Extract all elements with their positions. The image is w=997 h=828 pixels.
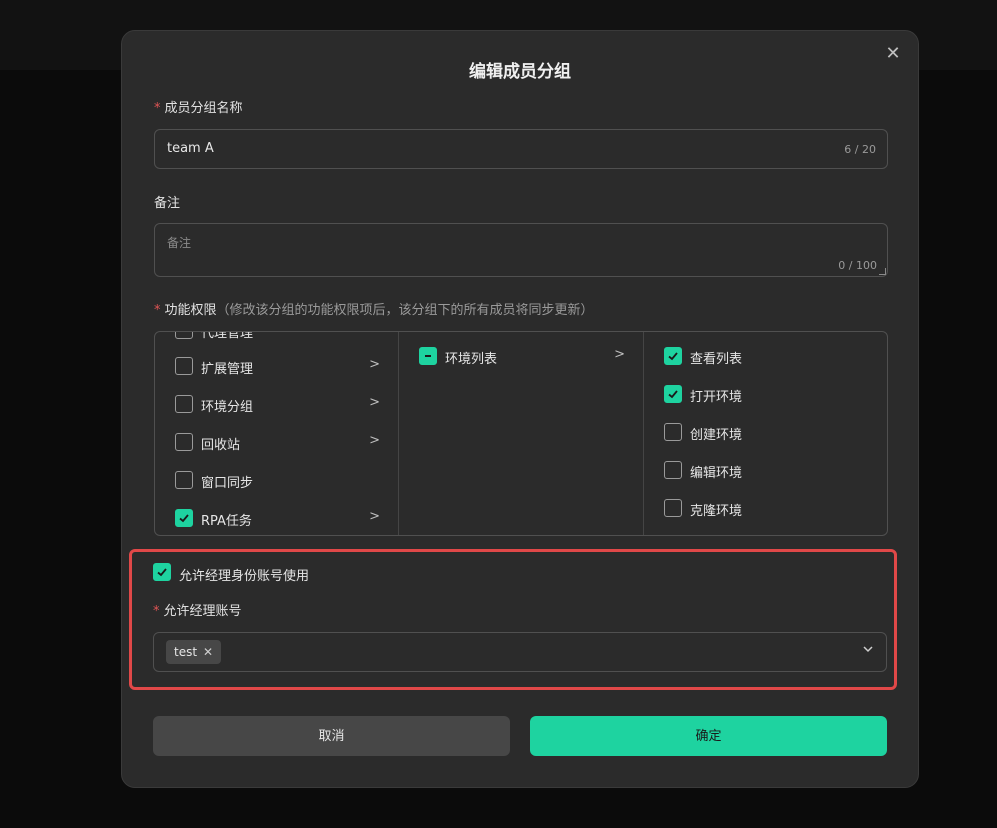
checkbox-checked[interactable] bbox=[175, 509, 193, 527]
close-icon[interactable]: ✕ bbox=[882, 43, 904, 65]
check-icon bbox=[157, 568, 167, 577]
perm-item-edit-env[interactable]: 编辑环境 bbox=[644, 458, 887, 482]
perm-item-label: 查看列表 bbox=[690, 352, 743, 367]
group-name-label: * 成员分组名称 bbox=[154, 97, 243, 116]
chevron-right-icon: > bbox=[369, 433, 380, 448]
perm-item-label: 环境分组 bbox=[201, 400, 254, 415]
tag-close-icon[interactable]: ✕ bbox=[203, 645, 213, 659]
perm-item-label: 克隆环境 bbox=[690, 504, 743, 519]
checkbox[interactable] bbox=[664, 423, 682, 441]
perm-item-label: 窗口同步 bbox=[201, 476, 254, 491]
required-mark: * bbox=[153, 604, 160, 619]
allow-manager-checkbox[interactable]: 允许经理身份账号使用 bbox=[153, 563, 353, 584]
perm-item-label: 代理管理 bbox=[201, 331, 254, 341]
perm-item-open-env[interactable]: 打开环境 bbox=[644, 382, 887, 406]
chevron-right-icon: > bbox=[369, 357, 380, 372]
manager-account-label-text: 允许经理账号 bbox=[163, 604, 242, 619]
checkbox[interactable] bbox=[175, 357, 193, 375]
manager-account-label: * 允许经理账号 bbox=[153, 600, 242, 619]
chevron-right-icon: > bbox=[369, 509, 380, 524]
perm-item-env-groups[interactable]: 环境分组 > bbox=[155, 392, 398, 416]
check-icon bbox=[668, 390, 678, 399]
perm-item-label: 环境列表 bbox=[445, 352, 498, 367]
perm-item-rpa-tasks[interactable]: RPA任务 > bbox=[155, 506, 398, 530]
permission-column-actions[interactable]: 查看列表 打开环境 创建环境 编辑环境 克隆环境 bbox=[644, 332, 887, 535]
chevron-right-icon: > bbox=[614, 347, 625, 362]
minus-icon bbox=[425, 355, 431, 357]
checkbox-checked[interactable] bbox=[153, 563, 171, 581]
remark-label: 备注 bbox=[154, 196, 181, 211]
permission-column-submodules[interactable]: 环境列表 > bbox=[399, 332, 644, 535]
perm-item-view-list[interactable]: 查看列表 bbox=[644, 344, 887, 368]
perm-item-label: RPA任务 bbox=[201, 514, 252, 529]
check-icon bbox=[668, 352, 678, 361]
group-name-char-count: 6 / 20 bbox=[844, 143, 876, 156]
cancel-button[interactable]: 取消 bbox=[153, 716, 510, 756]
checkbox-indeterminate[interactable] bbox=[419, 347, 437, 365]
remark-char-count: 0 / 100 bbox=[838, 259, 877, 272]
perm-item-window-sync[interactable]: 窗口同步 bbox=[155, 468, 398, 492]
remark-textarea[interactable]: 备注 0 / 100 bbox=[154, 223, 888, 277]
checkbox[interactable] bbox=[175, 395, 193, 413]
checkbox-checked[interactable] bbox=[664, 347, 682, 365]
perm-item-proxy[interactable]: 代理管理 > bbox=[155, 331, 398, 342]
required-mark: * bbox=[154, 303, 161, 318]
group-name-input[interactable]: team A 6 / 20 bbox=[154, 129, 888, 169]
required-mark: * bbox=[154, 101, 161, 116]
group-name-value: team A bbox=[167, 141, 214, 156]
perm-item-extensions[interactable]: 扩展管理 > bbox=[155, 354, 398, 378]
perm-item-label: 回收站 bbox=[201, 438, 241, 453]
perm-item-create-env[interactable]: 创建环境 bbox=[644, 420, 887, 444]
perm-item-recycle-bin[interactable]: 回收站 > bbox=[155, 430, 398, 454]
perm-item-clone-env[interactable]: 克隆环境 bbox=[644, 496, 887, 520]
remark-placeholder: 备注 bbox=[167, 236, 192, 250]
checkbox[interactable] bbox=[175, 471, 193, 489]
checkbox[interactable] bbox=[664, 499, 682, 517]
permissions-cascader: 代理管理 > 扩展管理 > 环境分组 > 回收站 > 窗口同步 bbox=[154, 331, 888, 536]
chevron-right-icon: > bbox=[369, 332, 380, 336]
perm-item-label: 打开环境 bbox=[690, 390, 743, 405]
permissions-label-text: 功能权限 bbox=[164, 303, 217, 318]
allow-manager-label: 允许经理身份账号使用 bbox=[179, 569, 310, 584]
group-name-label-text: 成员分组名称 bbox=[164, 101, 243, 116]
checkbox[interactable] bbox=[175, 332, 193, 339]
perm-item-env-list[interactable]: 环境列表 > bbox=[399, 344, 643, 368]
perm-item-label: 编辑环境 bbox=[690, 466, 743, 481]
checkbox[interactable] bbox=[175, 433, 193, 451]
permission-column-modules[interactable]: 代理管理 > 扩展管理 > 环境分组 > 回收站 > 窗口同步 bbox=[155, 332, 399, 535]
permissions-hint: （修改该分组的功能权限项后，该分组下的所有成员将同步更新） bbox=[216, 303, 594, 318]
dialog-title: 编辑成员分组 bbox=[469, 62, 571, 82]
check-icon bbox=[179, 514, 189, 523]
perm-item-label: 创建环境 bbox=[690, 428, 743, 443]
chevron-down-icon[interactable] bbox=[862, 643, 874, 658]
checkbox[interactable] bbox=[664, 461, 682, 479]
resize-grip-icon[interactable] bbox=[879, 268, 886, 275]
selected-tag: test ✕ bbox=[166, 640, 222, 664]
perm-item-label: 扩展管理 bbox=[201, 362, 254, 377]
tag-label: test bbox=[174, 645, 198, 659]
chevron-right-icon: > bbox=[369, 395, 380, 410]
checkbox-checked[interactable] bbox=[664, 385, 682, 403]
permissions-label: * 功能权限（修改该分组的功能权限项后，该分组下的所有成员将同步更新） bbox=[154, 299, 594, 318]
confirm-button[interactable]: 确定 bbox=[530, 716, 887, 756]
manager-account-select[interactable]: test ✕ bbox=[153, 632, 887, 672]
